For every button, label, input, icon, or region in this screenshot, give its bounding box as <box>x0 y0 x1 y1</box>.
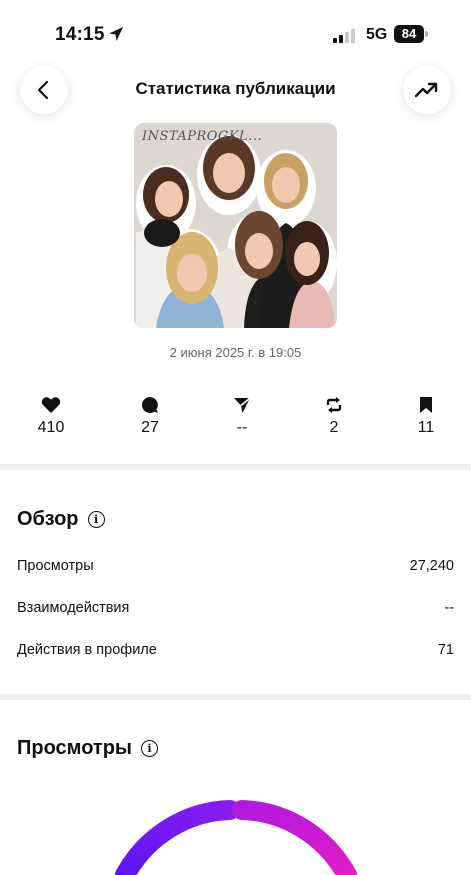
thumbnail-caption: INSTAPROGKL... <box>142 129 263 144</box>
insights-trend-button[interactable] <box>403 66 451 114</box>
battery-level: 84 <box>394 25 424 43</box>
row-label: Взаимодействия <box>17 600 130 616</box>
saves-count: 11 <box>417 419 435 436</box>
views-title: Просмотры <box>17 737 133 759</box>
views-donut-chart <box>115 800 357 875</box>
likes-metric[interactable]: 410 <box>11 396 91 437</box>
row-value: 71 <box>437 642 454 658</box>
likes-count: 410 <box>37 419 65 436</box>
row-value: 27,240 <box>409 558 454 574</box>
bookmark-icon <box>420 397 432 413</box>
network-label: 5G <box>366 26 388 43</box>
info-icon[interactable]: i <box>141 740 159 757</box>
saves-metric[interactable]: 11 <box>386 396 466 437</box>
heart-icon <box>41 397 61 413</box>
donut-segment-non-followers <box>232 800 357 875</box>
reposts-metric[interactable]: 2 <box>294 396 374 437</box>
post-thumbnail[interactable]: INSTAPROGKL... <box>134 123 337 328</box>
location-arrow-icon <box>109 27 123 41</box>
status-bar: 14:15 5G 84 <box>0 0 471 66</box>
post-date: 2 июня 2025 г. в 19:05 <box>169 345 302 360</box>
comments-count: 27 <box>141 419 159 436</box>
row-value: -- <box>444 600 454 616</box>
reposts-count: 2 <box>329 419 339 436</box>
info-icon[interactable]: i <box>87 511 105 528</box>
overview-row-views: Просмотры 27,240 <box>17 558 454 574</box>
repost-icon <box>326 397 342 413</box>
comments-metric[interactable]: 27 <box>110 396 190 437</box>
signal-icon <box>333 29 359 43</box>
section-divider <box>0 694 471 700</box>
trending-up-icon <box>414 82 438 98</box>
page-title: Статистика публикации <box>135 79 336 98</box>
overview-row-profile-actions[interactable]: Действия в профиле 71 <box>17 642 454 658</box>
shares-metric[interactable]: -- <box>202 396 282 437</box>
donut-segment-followers <box>115 800 240 875</box>
shares-count: -- <box>236 419 248 436</box>
post-collage-image <box>134 123 337 328</box>
status-time: 14:15 <box>55 24 105 45</box>
row-label: Просмотры <box>17 558 94 574</box>
overview-title: Обзор <box>17 508 79 530</box>
section-divider <box>0 464 471 470</box>
battery-icon: 84 <box>394 25 428 43</box>
row-label: Действия в профиле <box>17 642 157 658</box>
comment-icon <box>141 396 158 413</box>
overview-section-title: Обзор i <box>17 508 105 531</box>
overview-row-interactions[interactable]: Взаимодействия -- <box>17 600 454 616</box>
views-section-title: Просмотры i <box>17 737 159 760</box>
send-icon <box>234 397 251 413</box>
